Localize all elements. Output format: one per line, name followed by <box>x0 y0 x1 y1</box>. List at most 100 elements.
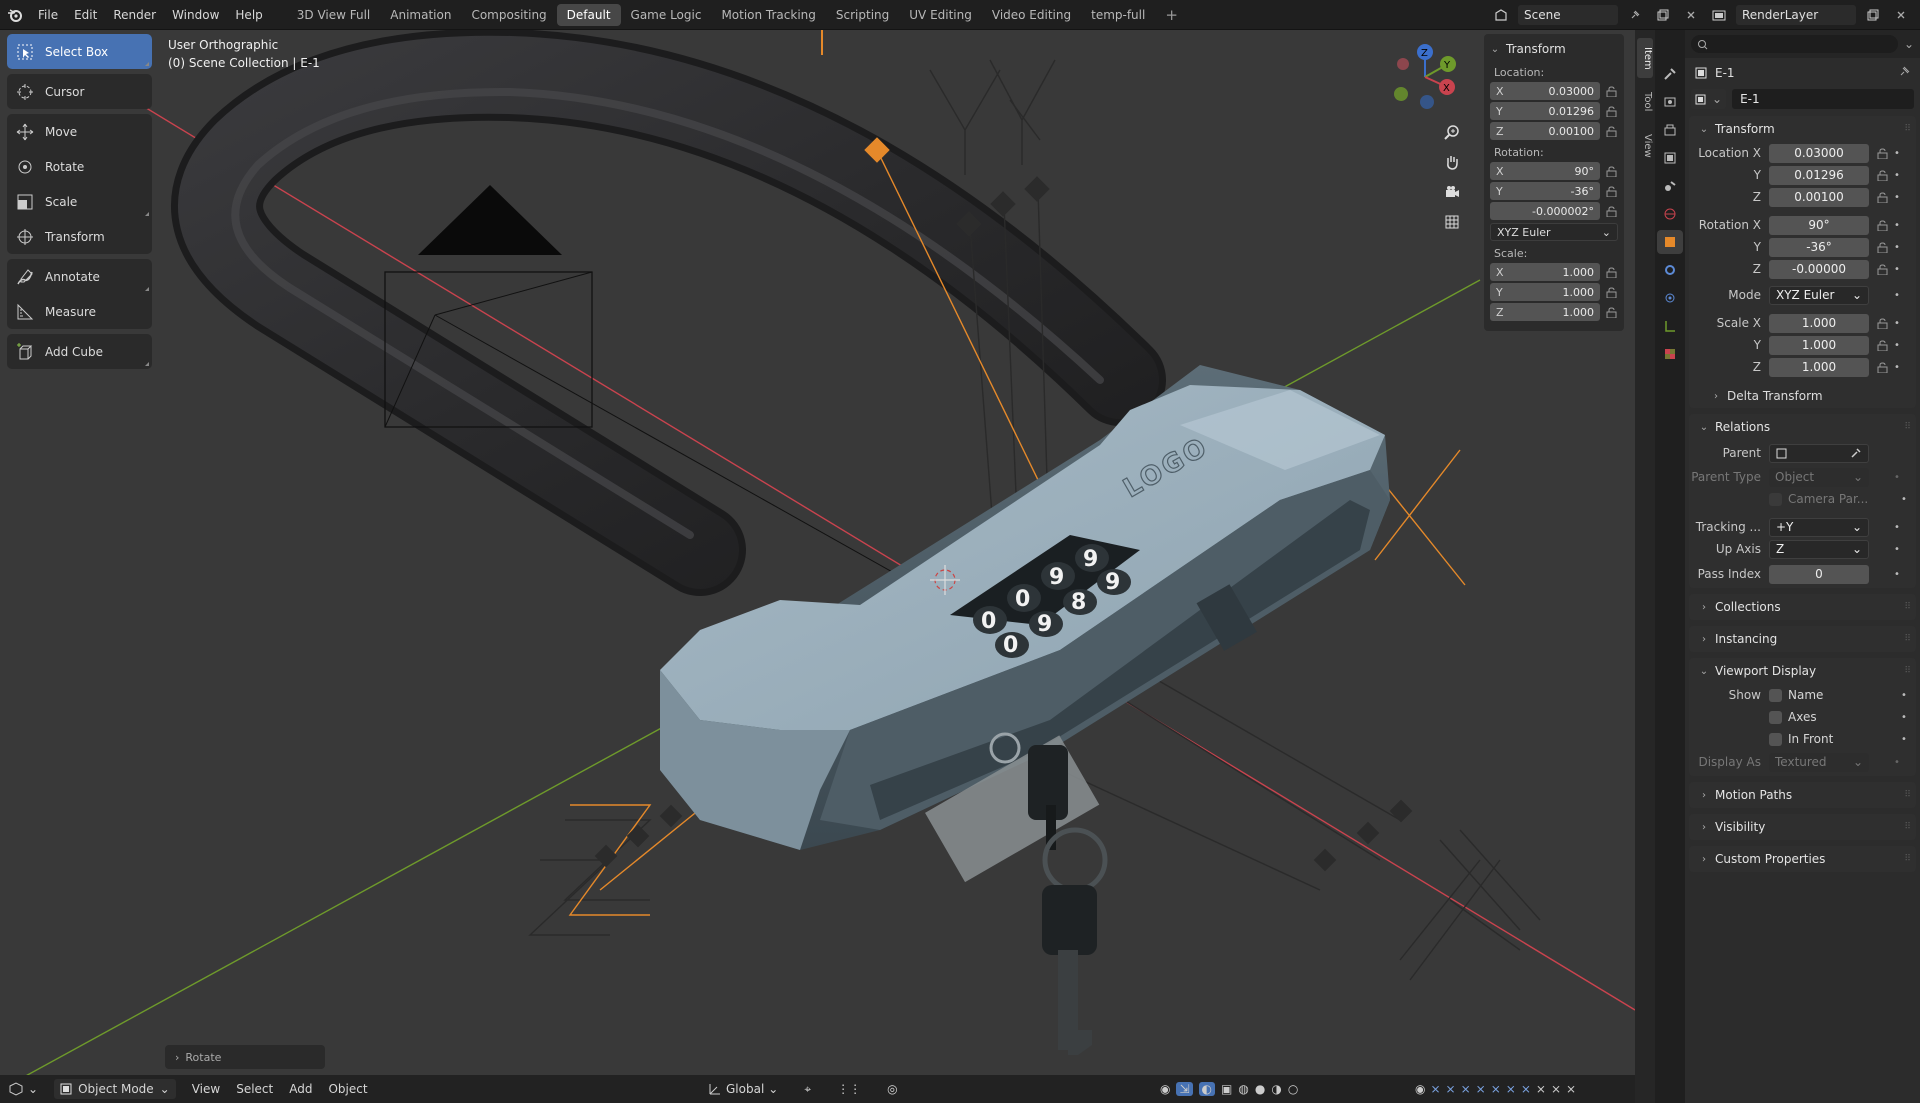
tab-item[interactable]: Item <box>1637 38 1653 78</box>
tracking-select[interactable]: +Y ⌄ <box>1769 517 1869 537</box>
render-layer-icon[interactable] <box>1708 5 1730 25</box>
lock-icon[interactable] <box>1604 164 1618 178</box>
location-x-field[interactable]: 0.03000 <box>1769 143 1869 163</box>
lock-icon[interactable] <box>1873 191 1891 203</box>
drag-handle-icon[interactable]: ⠿ <box>1904 602 1911 612</box>
orientation-select[interactable]: Global ⌄ <box>700 1082 786 1096</box>
menu-edit[interactable]: Edit <box>66 0 105 30</box>
scale-z-field[interactable]: 1.000 <box>1769 357 1869 377</box>
navigation-gizmo[interactable]: Z Y X <box>1385 42 1465 112</box>
layer-toggle-icon[interactable]: ⨯ <box>1551 1082 1561 1096</box>
location-z-field[interactable]: 0.00100 <box>1769 187 1869 207</box>
dial-digit-3[interactable]: 9 <box>1049 565 1064 590</box>
object-mode-select[interactable]: Object Mode ⌄ <box>54 1079 176 1099</box>
zoom-icon[interactable] <box>1440 120 1464 144</box>
camera-view-icon[interactable] <box>1440 180 1464 204</box>
instancing-panel-header[interactable]: › Instancing ⠿ <box>1689 626 1916 652</box>
lock-icon[interactable] <box>1873 147 1891 159</box>
viewport-display-panel-header[interactable]: ⌄ Viewport Display ⠿ <box>1689 658 1916 684</box>
pass-index-field[interactable]: 0 <box>1769 564 1869 584</box>
layer-toggle-icon[interactable]: ⨯ <box>1506 1082 1516 1096</box>
chevron-down-icon[interactable]: ⌄ <box>1904 37 1914 51</box>
rendered-shading-icon[interactable]: ○ <box>1288 1082 1298 1096</box>
dial-digit-8[interactable]: 9 <box>1105 570 1120 595</box>
keyframe-dot-icon[interactable]: • <box>1891 264 1903 275</box>
tab-motion-tracking[interactable]: Motion Tracking <box>711 4 825 26</box>
eye-icon[interactable]: ◉ <box>1415 1082 1425 1096</box>
keyframe-dot-icon[interactable]: • <box>1891 192 1903 203</box>
layer-toggle-icon[interactable]: ⨯ <box>1476 1082 1486 1096</box>
eyedropper-icon[interactable] <box>1850 447 1862 459</box>
constraints-tab-icon[interactable] <box>1657 314 1683 338</box>
keyframe-dot-icon[interactable]: • <box>1891 544 1903 555</box>
tab-default[interactable]: Default <box>556 3 621 26</box>
rotation-x-field[interactable]: 90° <box>1769 215 1869 235</box>
visibility-icon[interactable]: ◉ <box>1160 1082 1170 1096</box>
keyframe-dot-icon[interactable]: • <box>1891 170 1903 181</box>
lock-icon[interactable] <box>1873 241 1891 253</box>
add-workspace-button[interactable]: + <box>1155 4 1188 26</box>
show-in-front-checkbox[interactable]: In Front <box>1769 732 1833 746</box>
view-layer-tab-icon[interactable] <box>1657 146 1683 170</box>
np-location-y[interactable]: Y 0.01296 <box>1490 102 1600 120</box>
relations-panel-header[interactable]: ⌄ Relations ⠿ <box>1689 414 1916 440</box>
header-menu-object[interactable]: Object <box>320 1082 375 1096</box>
lock-icon[interactable] <box>1604 104 1618 118</box>
transform-panel-header[interactable]: ⌄ Transform ⠿ <box>1689 116 1916 142</box>
scale-y-field[interactable]: 1.000 <box>1769 335 1869 355</box>
gizmo-toggle-icon[interactable]: ⇲ <box>1176 1082 1193 1096</box>
lock-icon[interactable] <box>1604 265 1618 279</box>
np-scale-z[interactable]: Z 1.000 <box>1490 303 1600 321</box>
menu-window[interactable]: Window <box>164 0 227 30</box>
tab-animation[interactable]: Animation <box>380 4 461 26</box>
properties-search[interactable] <box>1691 35 1898 53</box>
lock-icon[interactable] <box>1873 169 1891 181</box>
layer-toggle-icon[interactable]: ⨯ <box>1536 1082 1546 1096</box>
layer-toggle-icon[interactable]: ⨯ <box>1430 1082 1440 1096</box>
lock-icon[interactable] <box>1604 84 1618 98</box>
3d-viewport[interactable]: 0 0 9 9 0 9 8 9 LOGO Select Box Cursor M… <box>0 30 1635 1103</box>
keyframe-dot-icon[interactable]: • <box>1898 712 1910 723</box>
menu-help[interactable]: Help <box>227 0 270 30</box>
tab-temp-full[interactable]: temp-full <box>1081 4 1155 26</box>
collections-panel-header[interactable]: › Collections ⠿ <box>1689 594 1916 620</box>
tool-select-box[interactable]: Select Box <box>7 34 152 69</box>
editor-type-button[interactable]: ⌄ <box>0 1082 46 1096</box>
modifiers-tab-icon[interactable] <box>1657 258 1683 282</box>
output-tab-icon[interactable] <box>1657 118 1683 142</box>
dial-digit-6[interactable]: 9 <box>1037 612 1052 637</box>
keyframe-dot-icon[interactable]: • <box>1891 362 1903 373</box>
scene-tab-icon[interactable] <box>1657 174 1683 198</box>
perspective-grid-icon[interactable] <box>1440 210 1464 234</box>
tab-game-logic[interactable]: Game Logic <box>621 4 712 26</box>
header-menu-view[interactable]: View <box>184 1082 228 1096</box>
np-scale-x[interactable]: X 1.000 <box>1490 263 1600 281</box>
np-rotation-y[interactable]: Y -36° <box>1490 182 1600 200</box>
lock-icon[interactable] <box>1873 263 1891 275</box>
drag-handle-icon[interactable]: ⠿ <box>1904 124 1911 134</box>
delta-transform-subpanel[interactable]: › Delta Transform <box>1689 384 1916 408</box>
snap-icon[interactable]: ⋮⋮ <box>829 1082 869 1096</box>
wireframe-shading-icon[interactable]: ◍ <box>1238 1082 1248 1096</box>
pin-icon[interactable] <box>1899 66 1910 80</box>
keyframe-dot-icon[interactable]: • <box>1891 522 1903 533</box>
scene-icon[interactable] <box>1490 5 1512 25</box>
tool-rotate[interactable]: Rotate <box>7 149 152 184</box>
header-menu-add[interactable]: Add <box>281 1082 320 1096</box>
layer-toggle-icon[interactable]: ⨯ <box>1446 1082 1456 1096</box>
xray-icon[interactable]: ▣ <box>1221 1082 1232 1096</box>
rotation-mode-select[interactable]: XYZ Euler ⌄ <box>1769 285 1869 305</box>
lock-icon[interactable] <box>1604 184 1618 198</box>
header-menu-select[interactable]: Select <box>228 1082 281 1096</box>
render-layer-field[interactable]: RenderLayer <box>1736 5 1856 25</box>
lock-icon[interactable] <box>1604 285 1618 299</box>
drag-handle-icon[interactable]: ⠿ <box>1904 822 1911 832</box>
keyframe-dot-icon[interactable]: • <box>1891 757 1903 768</box>
scene-name-field[interactable]: Scene <box>1518 5 1618 25</box>
new-scene-icon[interactable] <box>1652 5 1674 25</box>
drag-handle-icon[interactable]: ⠿ <box>1904 634 1911 644</box>
tool-transform[interactable]: Transform <box>7 219 152 254</box>
tool-cursor[interactable]: Cursor <box>7 74 152 109</box>
dial-digit-2[interactable]: 0 <box>1015 587 1030 612</box>
keyframe-dot-icon[interactable]: • <box>1891 472 1903 483</box>
